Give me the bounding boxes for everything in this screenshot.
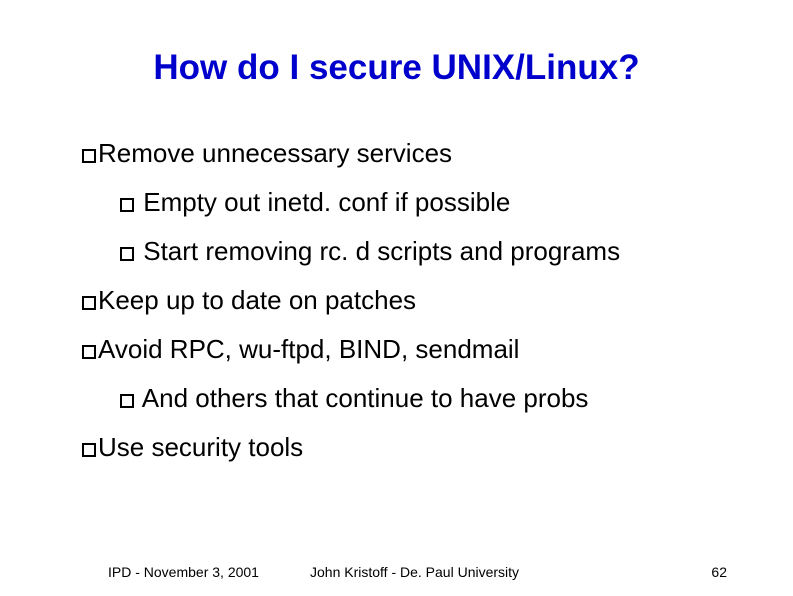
bullet-text: Remove unnecessary services <box>98 138 452 168</box>
square-bullet-icon <box>120 198 134 212</box>
square-bullet-icon <box>82 149 96 163</box>
footer-left: IPD - November 3, 2001 <box>108 564 259 580</box>
bullet-text: Start removing rc. d scripts and program… <box>143 236 620 266</box>
bullet-item: Start removing rc. d scripts and program… <box>120 238 753 264</box>
footer-right: 62 <box>711 564 727 580</box>
slide: How do I secure UNIX/Linux? Remove unnec… <box>0 0 793 596</box>
bullet-item: Empty out inetd. conf if possible <box>120 189 753 215</box>
bullet-item: Use security tools <box>82 434 753 460</box>
bullet-text: Avoid RPC, wu-ftpd, BIND, sendmail <box>98 334 519 364</box>
bullet-text: Keep up to date on patches <box>98 285 416 315</box>
bullet-item: And others that continue to have probs <box>120 385 753 411</box>
bullet-text: Use security tools <box>98 432 303 462</box>
square-bullet-icon <box>120 394 134 408</box>
bullet-text: Empty out inetd. conf if possible <box>143 187 510 217</box>
square-bullet-icon <box>82 443 96 457</box>
square-bullet-icon <box>82 296 96 310</box>
bullet-item: Remove unnecessary services <box>82 140 753 166</box>
footer-center: John Kristoff - De. Paul University <box>310 564 519 580</box>
bullet-item: Keep up to date on patches <box>82 287 753 313</box>
slide-content: Remove unnecessary services Empty out in… <box>82 140 753 483</box>
bullet-text: And others that continue to have probs <box>142 383 589 413</box>
bullet-item: Avoid RPC, wu-ftpd, BIND, sendmail <box>82 336 753 362</box>
square-bullet-icon <box>120 247 134 261</box>
slide-title: How do I secure UNIX/Linux? <box>0 48 793 88</box>
square-bullet-icon <box>82 345 96 359</box>
